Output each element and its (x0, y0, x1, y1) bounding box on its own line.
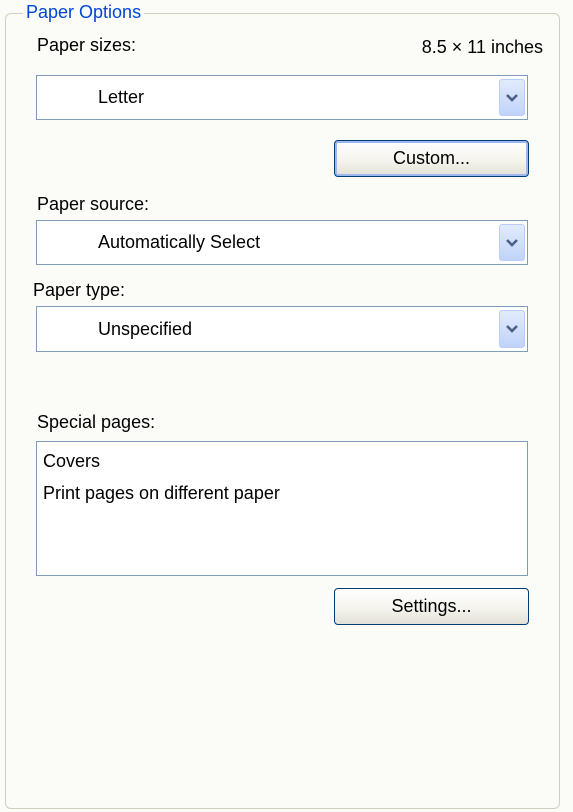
paper-type-value: Unspecified (98, 318, 193, 339)
paper-type-dropdown-button[interactable] (499, 310, 525, 348)
custom-button[interactable]: Custom... (334, 140, 529, 177)
list-item-covers[interactable]: Covers (43, 450, 100, 472)
paper-source-dropdown-button[interactable] (499, 224, 525, 261)
paper-size-dropdown[interactable]: Letter (36, 75, 528, 120)
special-pages-label: Special pages: (37, 412, 156, 432)
paper-source-value: Automatically Select (98, 232, 261, 252)
chevron-down-icon (506, 93, 518, 102)
paper-dimensions-text: 8.5 × 11 inches (421, 37, 543, 57)
paper-size-dropdown-button[interactable] (499, 79, 525, 116)
special-pages-list[interactable] (36, 441, 528, 576)
chevron-down-icon (506, 325, 518, 333)
group-title: Paper Options (23, 2, 145, 22)
paper-size-value: Letter (98, 87, 145, 107)
paper-source-label: Paper source: (37, 194, 150, 214)
chevron-down-icon (506, 238, 518, 247)
settings-button[interactable]: Settings... (334, 588, 529, 625)
list-item-print-pages-on-different-paper[interactable]: Print pages on different paper (43, 482, 280, 504)
paper-type-label: Paper type: (33, 280, 126, 300)
paper-sizes-label: Paper sizes: (37, 35, 137, 55)
paper-source-dropdown[interactable]: Automatically Select (36, 220, 528, 265)
paper-type-dropdown[interactable]: Unspecified (36, 306, 528, 352)
